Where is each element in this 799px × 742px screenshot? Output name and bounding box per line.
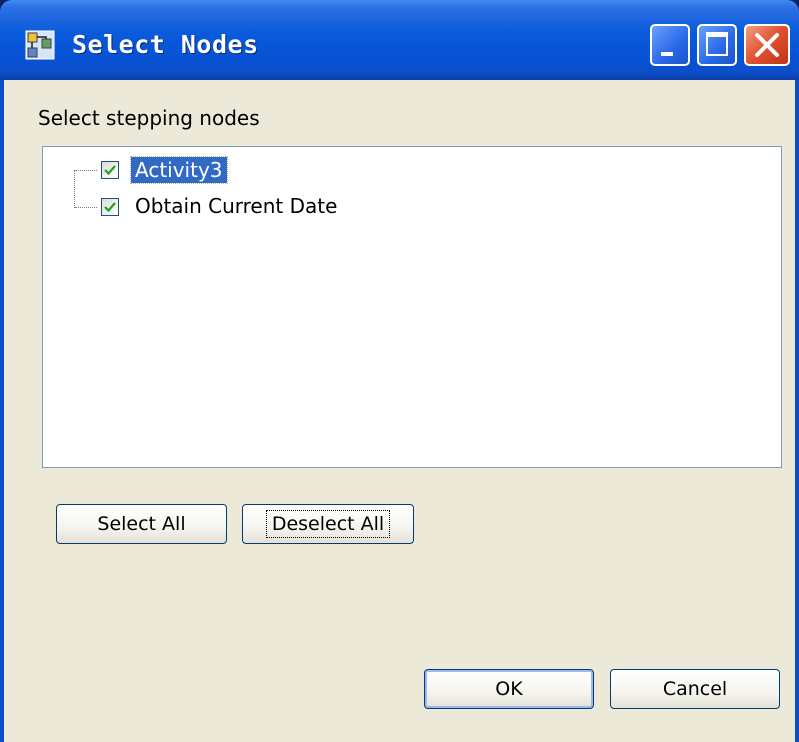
dialog-window: Select Nodes Select stepping nodes Activ… xyxy=(0,0,799,742)
checkmark-icon xyxy=(104,165,116,176)
tree-node-activity3[interactable]: Activity3 xyxy=(130,156,228,184)
maximize-button[interactable] xyxy=(697,24,737,66)
checkmark-icon xyxy=(104,202,116,213)
select-all-button[interactable]: Select All xyxy=(56,504,227,544)
window-title: Select Nodes xyxy=(72,30,259,59)
minimize-button[interactable] xyxy=(650,24,690,66)
cancel-button[interactable]: Cancel xyxy=(610,669,780,709)
tree-nodes-icon xyxy=(25,30,55,60)
tree-connector-line xyxy=(74,170,75,208)
close-button[interactable] xyxy=(744,24,790,66)
prompt-label: Select stepping nodes xyxy=(38,106,260,130)
deselect-all-label: Deselect All xyxy=(265,510,391,538)
obtain-current-date-checkbox[interactable] xyxy=(101,198,119,216)
close-icon xyxy=(755,33,779,57)
minimize-icon xyxy=(661,52,673,56)
ok-button[interactable]: OK xyxy=(424,669,594,709)
activity3-checkbox[interactable] xyxy=(101,161,119,179)
tree-connector-line xyxy=(75,207,97,208)
maximize-icon xyxy=(706,32,728,56)
tree-node-obtain-current-date[interactable]: Obtain Current Date xyxy=(135,193,337,219)
window-border-right xyxy=(795,80,799,742)
deselect-all-button[interactable]: Deselect All xyxy=(242,504,414,544)
tree-connector-line xyxy=(75,170,97,171)
title-bar[interactable]: Select Nodes xyxy=(0,0,799,80)
